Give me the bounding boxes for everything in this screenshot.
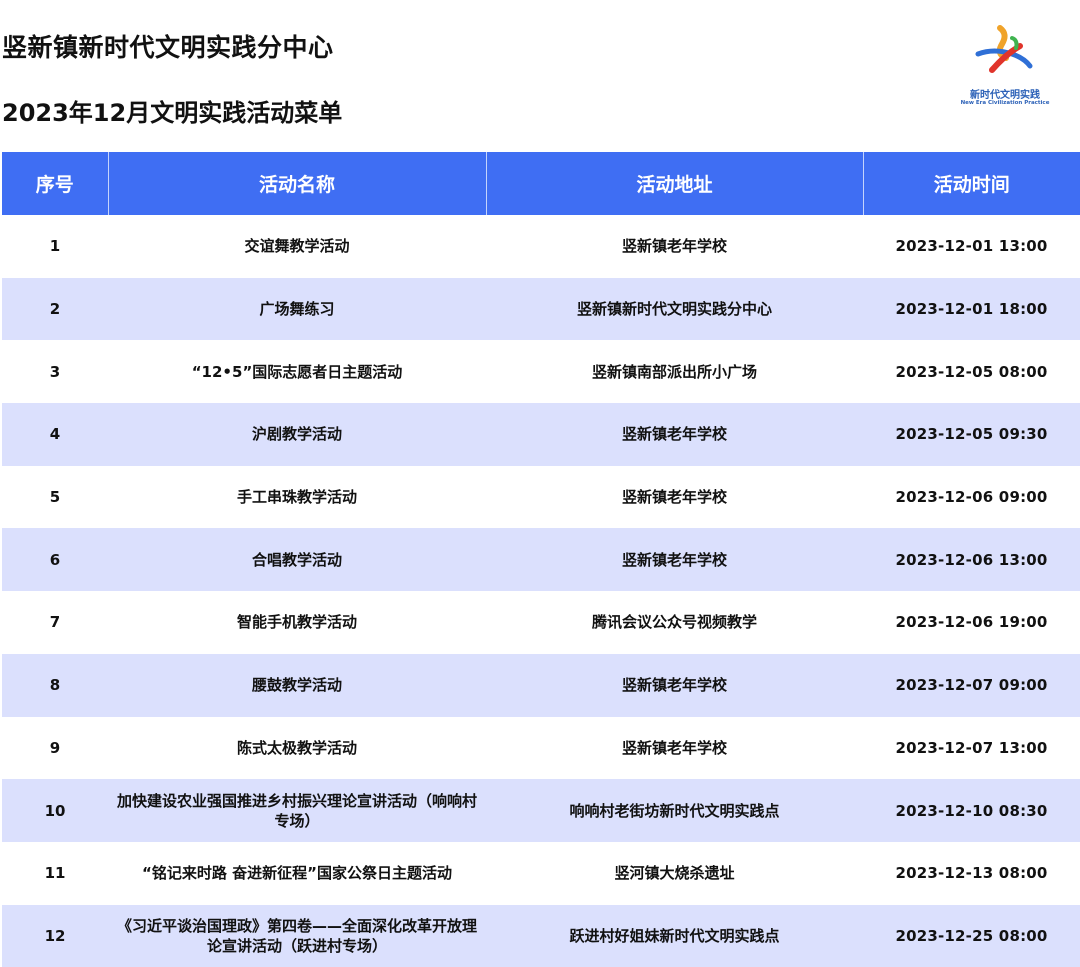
- column-header-address: 活动地址: [486, 152, 864, 215]
- table-header-row: 序号 活动名称 活动地址 活动时间: [2, 152, 1080, 215]
- cell-activity-name: “12•5”国际志愿者日主题活动: [108, 340, 486, 404]
- table-body: 1 交谊舞教学活动 竖新镇老年学校 2023-12-01 13:00 2 广场舞练习 竖新镇…: [2, 215, 1080, 967]
- cell-time: 2023-12-06 13:00: [863, 528, 1080, 592]
- cell-time: 2023-12-13 08:00: [863, 841, 1080, 905]
- cell-address: 竖新镇老年学校: [486, 653, 863, 717]
- cell-activity-name: 腰鼓教学活动: [108, 653, 486, 717]
- table-row: 9 陈式太极教学活动 竖新镇老年学校 2023-12-07 13:00: [2, 716, 1080, 780]
- cell-no: 8: [2, 653, 108, 717]
- cell-time: 2023-12-05 09:30: [863, 403, 1080, 466]
- cell-address: 竖新镇老年学校: [486, 716, 863, 780]
- cell-activity-name: 手工串珠教学活动: [108, 465, 486, 529]
- cell-time: 2023-12-25 08:00: [863, 904, 1080, 967]
- cell-no: 3: [2, 340, 108, 404]
- cell-no: 7: [2, 591, 108, 654]
- cell-no: 11: [2, 841, 108, 905]
- cell-address: 竖新镇老年学校: [486, 465, 863, 529]
- column-header-no: 序号: [2, 152, 109, 215]
- table-row: 12 《习近平谈治国理政》第四卷——全面深化改革开放理论宣讲活动（跃进村专场） 跃进…: [2, 904, 1080, 967]
- table-row: 1 交谊舞教学活动 竖新镇老年学校 2023-12-01 13:00: [2, 215, 1080, 278]
- table-row: 5 手工串珠教学活动 竖新镇老年学校 2023-12-06 09:00: [2, 465, 1080, 529]
- table-row: 2 广场舞练习 竖新镇新时代文明实践分中心 2023-12-01 18:00: [2, 277, 1080, 341]
- cell-address: 竖新镇新时代文明实践分中心: [486, 277, 863, 341]
- cell-activity-name: 《习近平谈治国理政》第四卷——全面深化改革开放理论宣讲活动（跃进村专场）: [108, 904, 486, 967]
- table-row: 3 “12•5”国际志愿者日主题活动 竖新镇南部派出所小广场 2023-12-05 0…: [2, 340, 1080, 404]
- cell-time: 2023-12-07 13:00: [863, 716, 1080, 780]
- cell-address: 竖新镇老年学校: [486, 528, 863, 592]
- cell-time: 2023-12-07 09:00: [863, 653, 1080, 717]
- cell-time: 2023-12-06 09:00: [863, 465, 1080, 529]
- page-subtitle: 2023年12月文明实践活动菜单: [2, 99, 343, 127]
- cell-activity-name: 陈式太极教学活动: [108, 716, 486, 780]
- table-row: 11 “铭记来时路 奋进新征程”国家公祭日主题活动 竖河镇大烧杀遗址 2023-12-…: [2, 841, 1080, 905]
- cell-address: 竖新镇老年学校: [486, 215, 863, 278]
- cell-activity-name: 交谊舞教学活动: [108, 215, 486, 278]
- cell-activity-name: 合唱教学活动: [108, 528, 486, 592]
- cell-no: 6: [2, 528, 108, 592]
- cell-activity-name: 沪剧教学活动: [108, 403, 486, 466]
- cell-time: 2023-12-01 13:00: [863, 215, 1080, 278]
- cell-time: 2023-12-05 08:00: [863, 340, 1080, 404]
- table-row: 10 加快建设农业强国推进乡村振兴理论宣讲活动（响响村专场） 响响村老街坊新时代文明…: [2, 779, 1080, 842]
- logo-text-cn: 新时代文明实践: [970, 90, 1040, 101]
- column-header-name: 活动名称: [108, 152, 487, 215]
- cell-no: 12: [2, 904, 108, 967]
- cell-time: 2023-12-01 18:00: [863, 277, 1080, 341]
- cell-time: 2023-12-06 19:00: [863, 591, 1080, 654]
- cell-no: 9: [2, 716, 108, 780]
- column-header-time: 活动时间: [863, 152, 1080, 215]
- cell-address: 竖新镇南部派出所小广场: [486, 340, 863, 404]
- table-row: 8 腰鼓教学活动 竖新镇老年学校 2023-12-07 09:00: [2, 653, 1080, 717]
- cell-no: 2: [2, 277, 108, 341]
- cell-activity-name: 广场舞练习: [108, 277, 486, 341]
- civilization-practice-logo: 新时代文明实践 New Era Civilization Practice: [950, 24, 1060, 114]
- cell-no: 1: [2, 215, 108, 278]
- cell-time: 2023-12-10 08:30: [863, 779, 1080, 842]
- cell-address: 竖河镇大烧杀遗址: [486, 841, 863, 905]
- table-row: 4 沪剧教学活动 竖新镇老年学校 2023-12-05 09:30: [2, 403, 1080, 466]
- logo-emblem-icon: [975, 25, 1033, 73]
- cell-address: 响响村老街坊新时代文明实践点: [486, 779, 863, 842]
- cell-address: 竖新镇老年学校: [486, 403, 863, 466]
- activity-table: 序号 活动名称 活动地址 活动时间 1 交谊舞教学活动 竖新镇老年学校 2023-12…: [2, 152, 1080, 967]
- logo-text-en: New Era Civilization Practice: [960, 100, 1050, 106]
- cell-activity-name: 智能手机教学活动: [108, 591, 486, 654]
- cell-activity-name: 加快建设农业强国推进乡村振兴理论宣讲活动（响响村专场）: [108, 779, 486, 842]
- cell-address: 腾讯会议公众号视频教学: [486, 591, 863, 654]
- cell-activity-name: “铭记来时路 奋进新征程”国家公祭日主题活动: [108, 841, 486, 905]
- page-title: 竖新镇新时代文明实践分中心: [2, 33, 334, 62]
- cell-no: 5: [2, 465, 108, 529]
- table-row: 7 智能手机教学活动 腾讯会议公众号视频教学 2023-12-06 19:00: [2, 591, 1080, 654]
- table-row: 6 合唱教学活动 竖新镇老年学校 2023-12-06 13:00: [2, 528, 1080, 592]
- cell-no: 10: [2, 779, 108, 842]
- cell-address: 跃进村好姐妹新时代文明实践点: [486, 904, 863, 967]
- cell-no: 4: [2, 403, 108, 466]
